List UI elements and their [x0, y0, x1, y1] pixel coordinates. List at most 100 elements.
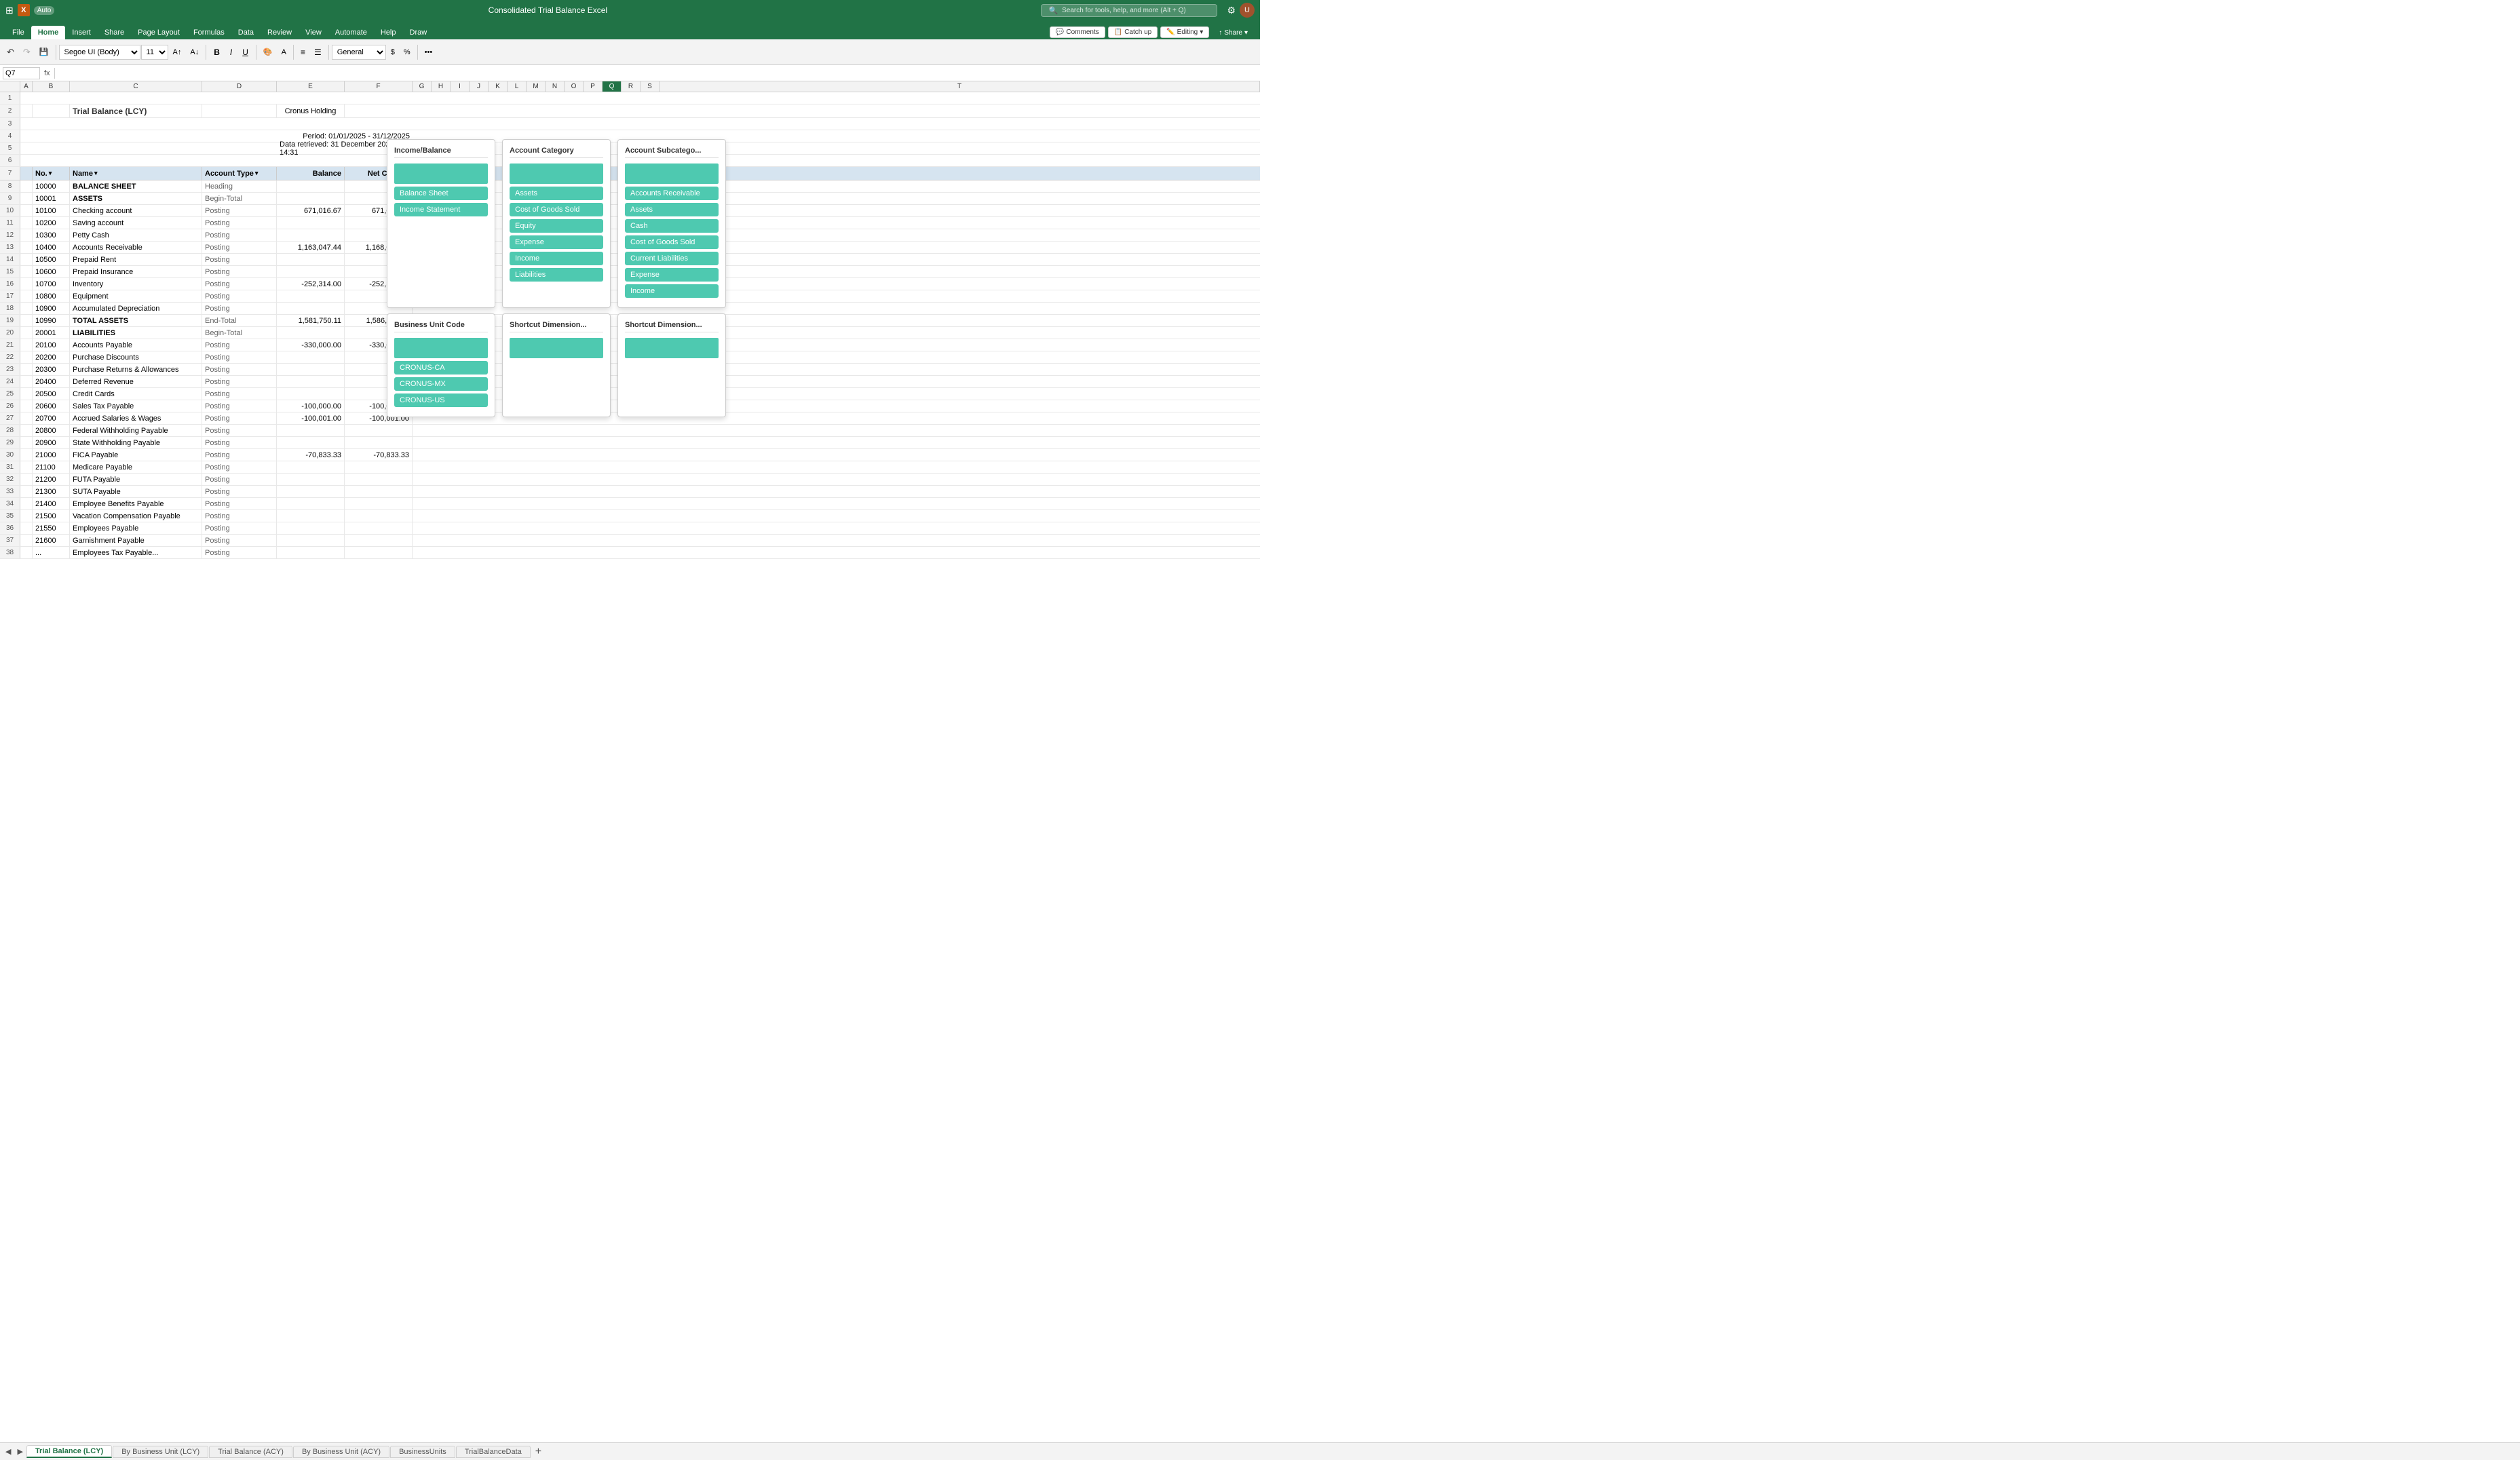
cell-e-13[interactable]: 1,163,047.44 [277, 242, 345, 253]
cell-e-28[interactable] [277, 425, 345, 436]
cell-a-21[interactable] [20, 339, 33, 351]
cell-d-12[interactable]: Posting [202, 229, 277, 241]
cell-d-8[interactable]: Heading [202, 180, 277, 192]
cell-c-35[interactable]: Vacation Compensation Payable [70, 510, 202, 522]
cell-e-8[interactable] [277, 180, 345, 192]
cell-b-17[interactable]: 10800 [33, 290, 70, 302]
col-header-k[interactable]: K [489, 81, 508, 92]
cell-e-19[interactable]: 1,581,750.11 [277, 315, 345, 326]
cell-a-38[interactable] [20, 547, 33, 558]
sheet-nav-next[interactable]: ▶ [14, 1447, 25, 1456]
underline-button[interactable]: U [237, 45, 253, 59]
cell-b4[interactable] [33, 130, 70, 142]
cell-c-28[interactable]: Federal Withholding Payable [70, 425, 202, 436]
cell-rest-33[interactable] [413, 486, 1260, 497]
cell-b-8[interactable]: 10000 [33, 180, 70, 192]
cell-b-30[interactable]: 21000 [33, 449, 70, 461]
col-header-b[interactable]: B [33, 81, 70, 92]
cell-d-30[interactable]: Posting [202, 449, 277, 461]
cell-b-28[interactable]: 20800 [33, 425, 70, 436]
cell-b-22[interactable]: 20200 [33, 351, 70, 363]
income-chip[interactable]: Income [510, 252, 603, 265]
cell-b-24[interactable]: 20400 [33, 376, 70, 387]
sub-expense-chip[interactable]: Expense [625, 268, 719, 282]
cell-a-36[interactable] [20, 522, 33, 534]
cell-c-8[interactable]: BALANCE SHEET [70, 180, 202, 192]
cell-c-33[interactable]: SUTA Payable [70, 486, 202, 497]
cell-e-35[interactable] [277, 510, 345, 522]
cell-e-21[interactable]: -330,000.00 [277, 339, 345, 351]
cell-d-23[interactable]: Posting [202, 364, 277, 375]
cell-d-11[interactable]: Posting [202, 217, 277, 229]
cronus-us-chip[interactable]: CRONUS-US [394, 393, 488, 407]
cell-e-36[interactable] [277, 522, 345, 534]
cell-c5[interactable] [70, 142, 202, 154]
cell-a-37[interactable] [20, 535, 33, 546]
cell-d-16[interactable]: Posting [202, 278, 277, 290]
cell-c-14[interactable]: Prepaid Rent [70, 254, 202, 265]
cell-a5[interactable] [20, 142, 33, 154]
cell-d-20[interactable]: Begin-Total [202, 327, 277, 339]
cell-a-32[interactable] [20, 474, 33, 485]
cell-f-28[interactable] [345, 425, 413, 436]
cell-d-34[interactable]: Posting [202, 498, 277, 510]
cell-rest-31[interactable] [413, 461, 1260, 473]
cell-b-13[interactable]: 10400 [33, 242, 70, 253]
cell-d-36[interactable]: Posting [202, 522, 277, 534]
cell-b-10[interactable]: 10100 [33, 205, 70, 216]
cell-c-13[interactable]: Accounts Receivable [70, 242, 202, 253]
share-button[interactable]: ↑ Share ▾ [1212, 28, 1255, 38]
cell-b-36[interactable]: 21550 [33, 522, 70, 534]
cogs-chip[interactable]: Cost of Goods Sold [510, 203, 603, 216]
income-statement-chip[interactable]: Income Statement [394, 203, 488, 216]
number-format-selector[interactable]: General [332, 45, 386, 60]
cell-b-35[interactable]: 21500 [33, 510, 70, 522]
cell-f-37[interactable] [345, 535, 413, 546]
italic-button[interactable]: I [225, 45, 237, 59]
sheet-tab-trial-balance-acy[interactable]: Trial Balance (ACY) [209, 1446, 292, 1458]
cell-rest-32[interactable] [413, 474, 1260, 485]
cell-a-24[interactable] [20, 376, 33, 387]
cell-b-37[interactable]: 21600 [33, 535, 70, 546]
fill-color-button[interactable]: 🎨 [259, 45, 277, 58]
sub-cogs-chip[interactable]: Cost of Goods Sold [625, 235, 719, 249]
cell-e-37[interactable] [277, 535, 345, 546]
cell-b-26[interactable]: 20600 [33, 400, 70, 412]
cell-a-13[interactable] [20, 242, 33, 253]
cell-b-25[interactable]: 20500 [33, 388, 70, 400]
col-header-h[interactable]: H [432, 81, 451, 92]
cell-d-32[interactable]: Posting [202, 474, 277, 485]
cell-b-34[interactable]: 21400 [33, 498, 70, 510]
font-shrink-button[interactable]: A↓ [186, 46, 203, 58]
catch-up-button[interactable]: 📋 Catch up [1108, 26, 1158, 38]
editing-button[interactable]: ✏️ Editing ▾ [1160, 26, 1209, 38]
sheet-tab-by-business-unit-acy[interactable]: By Business Unit (ACY) [293, 1446, 389, 1458]
cell-c-32[interactable]: FUTA Payable [70, 474, 202, 485]
sheet-tab-by-business-unit-lcy[interactable]: By Business Unit (LCY) [113, 1446, 208, 1458]
cell-b-15[interactable]: 10600 [33, 266, 70, 277]
cell-f-31[interactable] [345, 461, 413, 473]
cell-b-20[interactable]: 20001 [33, 327, 70, 339]
cell-a4[interactable] [20, 130, 33, 142]
cell-c-21[interactable]: Accounts Payable [70, 339, 202, 351]
col-header-s[interactable]: S [641, 81, 660, 92]
cell-reference-box[interactable]: Q7 [3, 67, 40, 79]
cell-rest2[interactable] [345, 104, 1260, 117]
cell-a-15[interactable] [20, 266, 33, 277]
col-header-g[interactable]: G [413, 81, 432, 92]
cell-c-29[interactable]: State Withholding Payable [70, 437, 202, 448]
cell-c-27[interactable]: Accrued Salaries & Wages [70, 412, 202, 424]
cell-c-37[interactable]: Garnishment Payable [70, 535, 202, 546]
cell-a-19[interactable] [20, 315, 33, 326]
cell-e-16[interactable]: -252,314.00 [277, 278, 345, 290]
cell-a-20[interactable] [20, 327, 33, 339]
cell-f-32[interactable] [345, 474, 413, 485]
cell-d-13[interactable]: Posting [202, 242, 277, 253]
cell-b-12[interactable]: 10300 [33, 229, 70, 241]
cell-c-24[interactable]: Deferred Revenue [70, 376, 202, 387]
cell-a-26[interactable] [20, 400, 33, 412]
cell-f-29[interactable] [345, 437, 413, 448]
cell-c-11[interactable]: Saving account [70, 217, 202, 229]
cell-empty[interactable] [20, 92, 1260, 104]
cell-c-22[interactable]: Purchase Discounts [70, 351, 202, 363]
